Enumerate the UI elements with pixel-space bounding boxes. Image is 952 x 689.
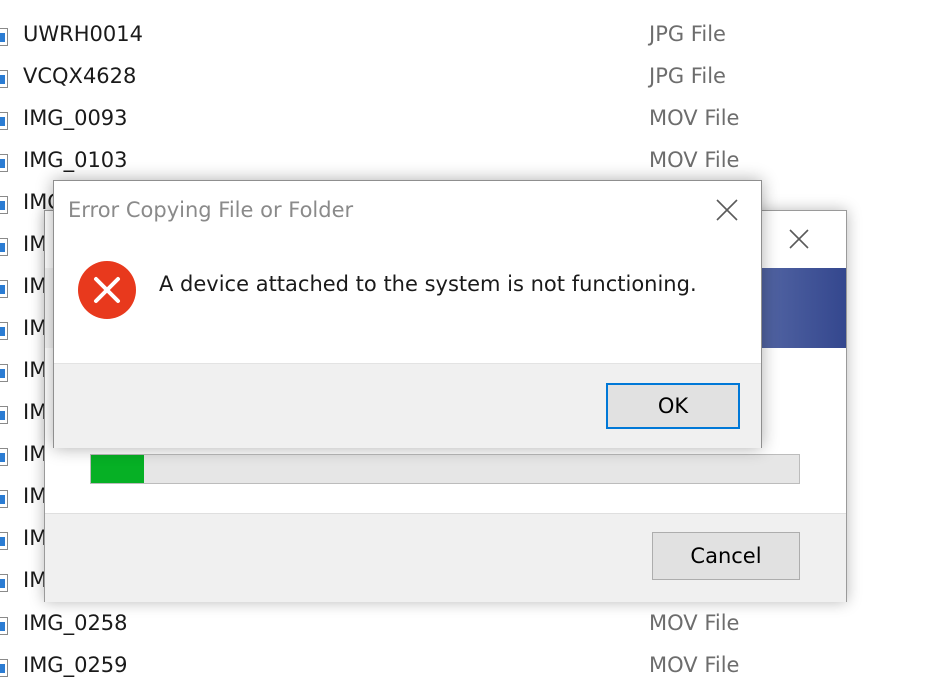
file-type: MOV File (649, 148, 740, 172)
file-type: MOV File (649, 611, 740, 635)
video-file-icon (0, 154, 8, 172)
file-row[interactable]: IMG_0093 MOV File (0, 100, 952, 142)
video-file-icon (0, 659, 8, 677)
copy-progress-fill (91, 455, 145, 483)
file-row[interactable]: VCQX4628 JPG File (0, 58, 952, 100)
file-name: IMG_0093 (23, 106, 128, 130)
file-row[interactable]: UWRH0014 JPG File (0, 16, 952, 58)
video-file-icon (0, 280, 8, 298)
error-dialog-title: Error Copying File or Folder (68, 198, 354, 222)
file-row[interactable]: IMG_0103 MOV File (0, 142, 952, 184)
error-dialog-footer: OK (54, 363, 761, 448)
video-file-icon (0, 364, 8, 382)
video-file-icon (0, 532, 8, 550)
file-row[interactable]: IMG_0258 MOV File (0, 605, 952, 647)
ok-button[interactable]: OK (606, 383, 740, 429)
error-close-button[interactable] (712, 195, 742, 225)
video-file-icon (0, 574, 8, 592)
error-message: A device attached to the system is not f… (159, 272, 697, 296)
image-file-icon (0, 28, 8, 46)
error-x-icon (78, 261, 136, 319)
file-type: JPG File (649, 64, 726, 88)
file-name: IMG_0259 (23, 653, 128, 677)
close-icon (716, 199, 738, 221)
progress-close-button[interactable] (785, 225, 813, 253)
file-name: IMG_0258 (23, 611, 128, 635)
video-file-icon (0, 322, 8, 340)
video-file-icon (0, 406, 8, 424)
copy-progress-bar (90, 454, 800, 484)
file-row[interactable]: IMG_0259 MOV File (0, 647, 952, 689)
file-type: MOV File (649, 653, 740, 677)
file-name: UWRH0014 (23, 22, 143, 46)
video-file-icon (0, 490, 8, 508)
video-file-icon (0, 196, 8, 214)
error-dialog: Error Copying File or Folder A device at… (53, 180, 762, 448)
image-file-icon (0, 70, 8, 88)
progress-dialog-footer: Cancel (45, 513, 846, 602)
video-file-icon (0, 617, 8, 635)
video-file-icon (0, 448, 8, 466)
file-type: MOV File (649, 106, 740, 130)
cancel-button[interactable]: Cancel (652, 532, 800, 580)
video-file-icon (0, 238, 8, 256)
file-name: IMG_0103 (23, 148, 128, 172)
file-type: JPG File (649, 22, 726, 46)
video-file-icon (0, 112, 8, 130)
file-name: VCQX4628 (23, 64, 137, 88)
close-icon (789, 229, 809, 249)
